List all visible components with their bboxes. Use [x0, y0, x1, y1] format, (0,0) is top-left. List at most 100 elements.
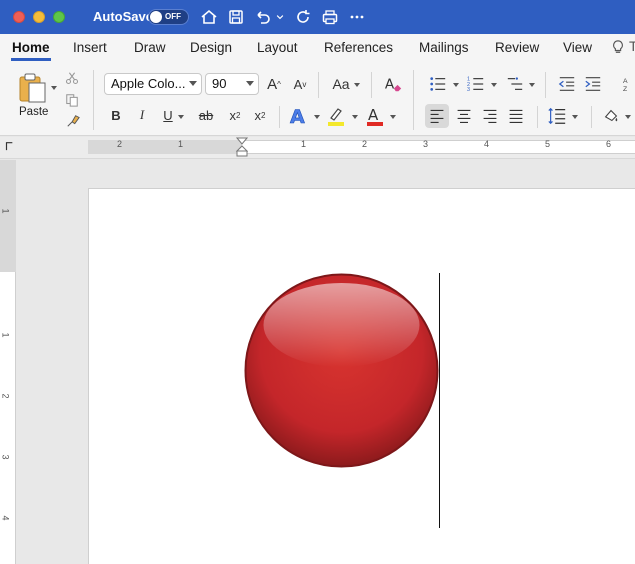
change-case-dropdown-icon[interactable]	[352, 81, 362, 89]
multilevel-list-icon[interactable]	[505, 74, 525, 94]
bullets-dropdown-icon[interactable]	[451, 81, 461, 89]
ribbon-tabs: Home Insert Draw Design Layout Reference…	[0, 34, 635, 62]
paste-icon[interactable]	[17, 72, 51, 104]
ribbon-separator	[537, 106, 538, 128]
minimize-window-button[interactable]	[33, 11, 45, 23]
tell-me-overflow[interactable]: T	[629, 38, 635, 54]
font-name-combo[interactable]: Apple Colo...	[104, 73, 202, 95]
lightbulb-icon[interactable]	[611, 38, 625, 59]
align-center-button[interactable]	[452, 104, 476, 128]
multilevel-dropdown-icon[interactable]	[527, 81, 537, 89]
font-size-value: 90	[212, 76, 227, 91]
ribbon-separator	[545, 72, 546, 98]
tab-review[interactable]: Review	[495, 40, 539, 55]
vruler-number: 4	[0, 515, 11, 521]
highlight-dropdown-icon[interactable]	[350, 113, 360, 121]
ruler-margin-left	[88, 140, 242, 154]
copy-icon[interactable]	[64, 92, 80, 108]
line-spacing-icon[interactable]	[546, 105, 568, 127]
grow-font-label: A	[267, 75, 278, 93]
svg-text:Z: Z	[623, 86, 627, 93]
shrink-font-button[interactable]: Av	[290, 74, 310, 94]
tab-layout[interactable]: Layout	[257, 40, 298, 55]
font-color-dropdown-icon[interactable]	[388, 113, 398, 121]
superscript-button[interactable]: x2	[251, 106, 269, 124]
vruler-number: 1	[0, 208, 11, 214]
highlight-icon[interactable]	[326, 105, 346, 127]
cut-icon[interactable]	[64, 70, 80, 86]
autosave-toggle[interactable]: OFF	[148, 9, 189, 25]
bold-button[interactable]: B	[108, 106, 124, 124]
numbering-icon[interactable]: 123	[466, 74, 486, 94]
toggle-knob	[150, 11, 162, 23]
text-cursor	[439, 273, 440, 528]
tab-mailings[interactable]: Mailings	[419, 40, 469, 55]
format-painter-icon[interactable]	[64, 113, 82, 129]
undo-icon[interactable]	[253, 7, 273, 27]
tab-selector-icon[interactable]	[3, 139, 15, 153]
ribbon-separator	[371, 72, 372, 98]
text-effects-dropdown-icon[interactable]	[312, 113, 322, 121]
svg-text:A: A	[385, 77, 395, 93]
svg-text:A: A	[290, 106, 305, 127]
shading-dropdown-icon[interactable]	[623, 113, 633, 121]
undo-dropdown-icon[interactable]	[273, 7, 287, 27]
sort-icon[interactable]: AZ	[622, 74, 635, 94]
close-window-button[interactable]	[13, 11, 25, 23]
more-icon[interactable]	[347, 7, 367, 27]
active-tab-indicator	[11, 58, 51, 61]
font-color-icon[interactable]: A	[365, 105, 385, 127]
paste-dropdown-icon[interactable]	[50, 84, 58, 92]
autosave-state: OFF	[165, 12, 181, 21]
ribbon-separator	[279, 106, 280, 128]
indent-marker-icon[interactable]	[236, 137, 248, 157]
maximize-window-button[interactable]	[53, 11, 65, 23]
vruler-number: 1	[0, 332, 11, 338]
tab-references[interactable]: References	[324, 40, 393, 55]
tab-view[interactable]: View	[563, 40, 592, 55]
ruler-number: 5	[545, 139, 551, 149]
change-case-button[interactable]: Aa	[330, 74, 352, 94]
ruler-number: 4	[484, 139, 490, 149]
line-spacing-dropdown-icon[interactable]	[570, 113, 580, 121]
ruler-number: 1	[178, 139, 184, 149]
paste-label: Paste	[19, 106, 49, 118]
red-circle-emoji-icon[interactable]	[244, 273, 439, 468]
vruler-number: 2	[0, 393, 11, 399]
clear-formatting-icon[interactable]: A	[382, 73, 404, 95]
increase-indent-icon[interactable]	[583, 74, 603, 94]
text-effects-icon[interactable]: A	[288, 105, 308, 127]
italic-button[interactable]: I	[134, 106, 150, 124]
align-left-button[interactable]	[425, 104, 449, 128]
print-icon[interactable]	[320, 7, 340, 27]
svg-text:3: 3	[467, 87, 470, 93]
bullets-icon[interactable]	[428, 74, 448, 94]
font-name-value: Apple Colo...	[111, 76, 186, 91]
decrease-indent-icon[interactable]	[557, 74, 577, 94]
align-right-button[interactable]	[478, 104, 502, 128]
strikethrough-button[interactable]: ab	[196, 106, 216, 124]
font-size-combo[interactable]: 90	[205, 73, 259, 95]
ruler-number: 2	[362, 139, 368, 149]
shrink-font-label: A	[293, 76, 303, 92]
redo-icon[interactable]	[293, 7, 313, 27]
shading-icon[interactable]	[601, 105, 621, 127]
ribbon-separator	[413, 70, 414, 130]
underline-dropdown-icon[interactable]	[176, 113, 186, 121]
tab-draw[interactable]: Draw	[134, 40, 166, 55]
justify-button[interactable]	[504, 104, 528, 128]
tab-design[interactable]: Design	[190, 40, 232, 55]
home-icon[interactable]	[199, 7, 219, 27]
horizontal-ruler-row: 2 1 1 2 3 4 5 6	[0, 137, 635, 159]
tab-home[interactable]: Home	[12, 40, 50, 55]
numbering-dropdown-icon[interactable]	[489, 81, 499, 89]
italic-label: I	[139, 107, 145, 122]
save-icon[interactable]	[226, 7, 246, 27]
underline-button[interactable]: U	[160, 106, 176, 124]
tab-insert[interactable]: Insert	[73, 40, 107, 55]
ruler-number: 6	[606, 139, 612, 149]
svg-text:A: A	[623, 78, 628, 85]
grow-font-button[interactable]: A ^	[264, 74, 284, 94]
subscript-button[interactable]: x2	[226, 106, 244, 124]
ribbon-separator	[318, 72, 319, 98]
